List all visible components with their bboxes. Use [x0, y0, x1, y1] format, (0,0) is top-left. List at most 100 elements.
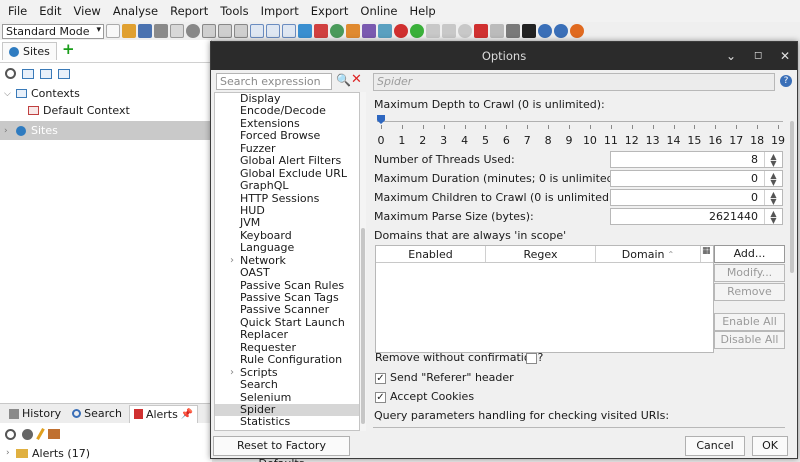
- duration-stepper[interactable]: 0 ▲ ▼: [610, 170, 783, 187]
- parse-size-stepper[interactable]: 2621440 ▲ ▼: [610, 208, 783, 225]
- layout-icon[interactable]: [218, 24, 232, 38]
- search-icon[interactable]: 🔍: [336, 73, 351, 87]
- chevron-down-icon[interactable]: ⌵: [4, 89, 16, 99]
- drop-icon[interactable]: [458, 24, 472, 38]
- keyboard-icon[interactable]: [490, 24, 504, 38]
- export-context-icon[interactable]: [58, 68, 70, 79]
- alerts-tree-root[interactable]: › Alerts (17): [0, 444, 212, 462]
- options-list-item[interactable]: Statistics: [215, 416, 359, 428]
- reset-defaults-button[interactable]: Reset to Factory Defaults: [213, 436, 350, 462]
- options-list-item[interactable]: › Network: [215, 254, 359, 267]
- stepper-arrows-icon[interactable]: ▲ ▼: [764, 152, 782, 168]
- ok-button[interactable]: OK: [752, 436, 788, 456]
- menu-view[interactable]: View: [68, 0, 107, 22]
- accept-cookies-checkbox[interactable]: ✓: [375, 392, 386, 403]
- mode-select[interactable]: Standard Mode ▾: [2, 23, 104, 39]
- tabs-icon[interactable]: [282, 24, 296, 38]
- edit-icon[interactable]: [36, 428, 45, 440]
- tab-alerts[interactable]: Alerts 📌: [128, 404, 199, 423]
- chevron-right-icon[interactable]: ›: [230, 367, 234, 379]
- close-icon[interactable]: ✕: [780, 42, 790, 70]
- open-session-icon[interactable]: [122, 24, 136, 38]
- target-icon[interactable]: [5, 68, 16, 79]
- step-icon[interactable]: [426, 24, 440, 38]
- context-icon[interactable]: [170, 24, 184, 38]
- scope-icon[interactable]: [298, 24, 312, 38]
- domains-table[interactable]: Enabled Regex Domain ⌃: [375, 245, 714, 353]
- menu-tools[interactable]: Tools: [214, 0, 254, 22]
- cancel-button[interactable]: Cancel: [685, 436, 745, 456]
- disable-all-button[interactable]: Disable All: [714, 331, 785, 349]
- break-icon[interactable]: [410, 24, 424, 38]
- new-context-icon[interactable]: [22, 68, 34, 79]
- info-icon[interactable]: [554, 24, 568, 38]
- query-params-select[interactable]: [373, 427, 785, 432]
- max-depth-slider[interactable]: [377, 121, 783, 122]
- scrollbar-thumb[interactable]: [790, 121, 794, 273]
- menu-report[interactable]: Report: [164, 0, 214, 22]
- chevron-right-icon[interactable]: ›: [6, 448, 16, 458]
- menu-import[interactable]: Import: [255, 0, 305, 22]
- column-regex[interactable]: Regex: [486, 246, 596, 262]
- options-list-item[interactable]: HUD: [215, 204, 359, 217]
- help-icon[interactable]: [538, 24, 552, 38]
- marketplace-icon[interactable]: [314, 24, 328, 38]
- stepper-arrows-icon[interactable]: ▲ ▼: [764, 209, 782, 225]
- max-depth-slider-thumb[interactable]: [377, 115, 385, 124]
- column-enabled[interactable]: Enabled: [376, 246, 486, 262]
- options-list-item[interactable]: HTTP Sessions: [215, 192, 359, 205]
- scrollbar-thumb[interactable]: [361, 228, 365, 424]
- scripts-icon[interactable]: [362, 24, 376, 38]
- terminal-icon[interactable]: [522, 24, 536, 38]
- modify-button[interactable]: Modify...: [714, 264, 785, 282]
- options-list-item[interactable]: Selenium: [215, 391, 359, 404]
- stop-icon[interactable]: [394, 24, 408, 38]
- tab-history[interactable]: History: [5, 405, 65, 423]
- pin-icon[interactable]: 📌: [181, 409, 193, 420]
- options-search-input[interactable]: Search expression: [216, 73, 332, 90]
- menu-export[interactable]: Export: [305, 0, 355, 22]
- save-session-icon[interactable]: [138, 24, 152, 38]
- panel-scrollbar[interactable]: [790, 73, 795, 432]
- options-list-item[interactable]: Rule Configuration: [215, 353, 359, 366]
- threads-stepper[interactable]: 8 ▲ ▼: [610, 151, 783, 168]
- tabs-icon[interactable]: [250, 24, 264, 38]
- add-button[interactable]: Add...: [714, 245, 785, 263]
- remove-button[interactable]: Remove: [714, 283, 785, 301]
- chevron-right-icon[interactable]: ›: [4, 126, 16, 136]
- plugin-icon[interactable]: [346, 24, 360, 38]
- remove-confirm-checkbox[interactable]: [526, 353, 537, 364]
- menu-file[interactable]: File: [2, 0, 33, 22]
- options-list-item[interactable]: › Scripts: [215, 366, 359, 379]
- filter-icon[interactable]: [22, 428, 33, 440]
- column-chooser-icon[interactable]: ▦: [702, 246, 711, 256]
- cross-icon[interactable]: [474, 24, 488, 38]
- continue-icon[interactable]: [442, 24, 456, 38]
- tree-node-sites[interactable]: › Sites: [0, 121, 212, 140]
- fuzzer-icon[interactable]: [378, 24, 392, 38]
- menu-edit[interactable]: Edit: [33, 0, 67, 22]
- hud-icon[interactable]: [506, 24, 520, 38]
- stepper-arrows-icon[interactable]: ▲ ▼: [764, 190, 782, 206]
- options-list-item[interactable]: Forced Browse: [215, 130, 359, 142]
- minimize-icon[interactable]: ⌄: [726, 42, 736, 70]
- globe-icon[interactable]: [330, 24, 344, 38]
- new-session-icon[interactable]: [106, 24, 120, 38]
- maximize-icon[interactable]: ◻: [754, 42, 762, 70]
- menu-online[interactable]: Online: [354, 0, 403, 22]
- menu-help[interactable]: Help: [404, 0, 442, 22]
- firefox-icon[interactable]: [570, 24, 584, 38]
- import-context-icon[interactable]: [40, 68, 52, 79]
- target-icon[interactable]: [5, 428, 16, 440]
- enable-all-button[interactable]: Enable All: [714, 313, 785, 331]
- tree-node-default-context[interactable]: Default Context: [0, 102, 212, 119]
- chevron-right-icon[interactable]: ›: [230, 255, 234, 267]
- clear-icon[interactable]: ✕: [351, 72, 362, 87]
- stepper-arrows-icon[interactable]: ▲ ▼: [764, 171, 782, 187]
- send-referer-checkbox[interactable]: ✓: [375, 373, 386, 384]
- children-stepper[interactable]: 0 ▲ ▼: [610, 189, 783, 206]
- column-domain[interactable]: Domain ⌃: [596, 246, 701, 262]
- broom-icon[interactable]: [48, 429, 60, 439]
- snapshot-icon[interactable]: [154, 24, 168, 38]
- add-tab-icon[interactable]: +: [62, 40, 75, 58]
